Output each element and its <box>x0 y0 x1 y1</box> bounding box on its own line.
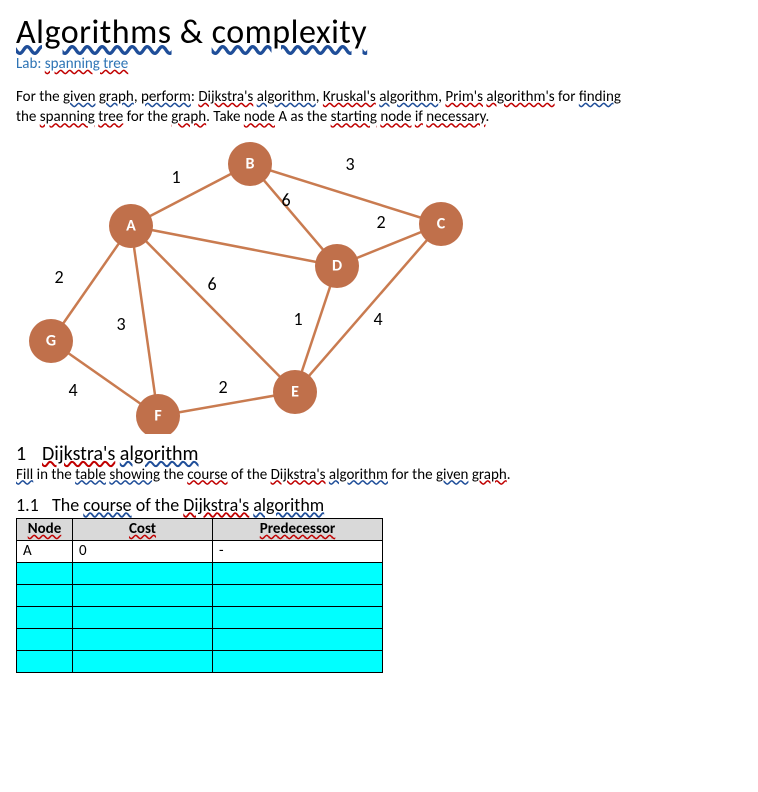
graph-node-label: A <box>126 216 136 235</box>
lab-line: Lab: spanning tree <box>16 55 742 73</box>
table-cell <box>213 562 383 584</box>
table-cell <box>73 650 213 672</box>
title-word-2: complexity <box>212 12 368 53</box>
section-1-heading: 1Dijkstra's algorithm <box>16 442 742 466</box>
graph-node-label: G <box>46 331 56 350</box>
table-cell <box>17 628 73 650</box>
edge-weight: 3 <box>345 153 354 175</box>
graph-edge <box>131 226 158 416</box>
table-cell: A <box>17 540 73 562</box>
table-cell: 0 <box>73 540 213 562</box>
edge-weight: 2 <box>218 376 227 398</box>
graph-node-label: D <box>332 256 342 275</box>
table-row <box>17 584 383 606</box>
edge-weight: 4 <box>373 308 382 330</box>
graph-edge <box>131 226 337 266</box>
col-header-cost: Cost <box>73 518 213 540</box>
page-title: Algorithms & complexity <box>16 12 742 53</box>
edge-weight: 3 <box>116 313 125 335</box>
table-cell <box>17 562 73 584</box>
table-cell <box>213 606 383 628</box>
lab-value: spanning tree <box>45 55 128 73</box>
table-cell <box>73 562 213 584</box>
graph-edge <box>295 224 441 392</box>
table-cell <box>17 650 73 672</box>
table-row <box>17 650 383 672</box>
edge-weight: 1 <box>171 166 180 188</box>
graph-node-label: B <box>246 154 255 173</box>
table-cell <box>73 628 213 650</box>
table-cell <box>213 650 383 672</box>
graph-node-label: F <box>154 406 161 425</box>
table-cell <box>17 584 73 606</box>
table-row: A0- <box>17 540 383 562</box>
graph-diagram: 1 6 3 2 3 6 2 4 1 2 4 A B C D E F G <box>16 134 476 434</box>
table-row <box>17 562 383 584</box>
graph-node-label: C <box>437 214 446 233</box>
edge-weight: 6 <box>207 273 216 295</box>
edge-weight: 4 <box>68 379 77 401</box>
col-header-node: Node <box>17 518 73 540</box>
table-cell <box>73 584 213 606</box>
edge-weight: 6 <box>281 189 290 211</box>
instruction-text: For the given graph, perform: Dijkstra's… <box>16 87 742 128</box>
table-row <box>17 606 383 628</box>
section-1-1-heading: 1.1The course of the Dijkstra's algorith… <box>16 494 742 516</box>
edge-weight: 2 <box>54 266 63 288</box>
dijkstra-table: Node Cost Predecessor A0- <box>16 518 383 673</box>
table-row <box>17 628 383 650</box>
graph-node-label: E <box>291 382 299 401</box>
edge-weight: 1 <box>293 308 302 330</box>
section-1-text: Fill in the table showing the course of … <box>16 466 742 484</box>
title-word-1: Algorithms <box>16 12 172 53</box>
lab-label: Lab: <box>16 55 45 73</box>
col-header-pred: Predecessor <box>213 518 383 540</box>
edge-weight: 2 <box>376 211 385 233</box>
table-cell <box>213 628 383 650</box>
graph-edge <box>131 226 295 392</box>
table-cell <box>73 606 213 628</box>
table-cell <box>17 606 73 628</box>
table-cell <box>213 584 383 606</box>
table-cell: - <box>213 540 383 562</box>
